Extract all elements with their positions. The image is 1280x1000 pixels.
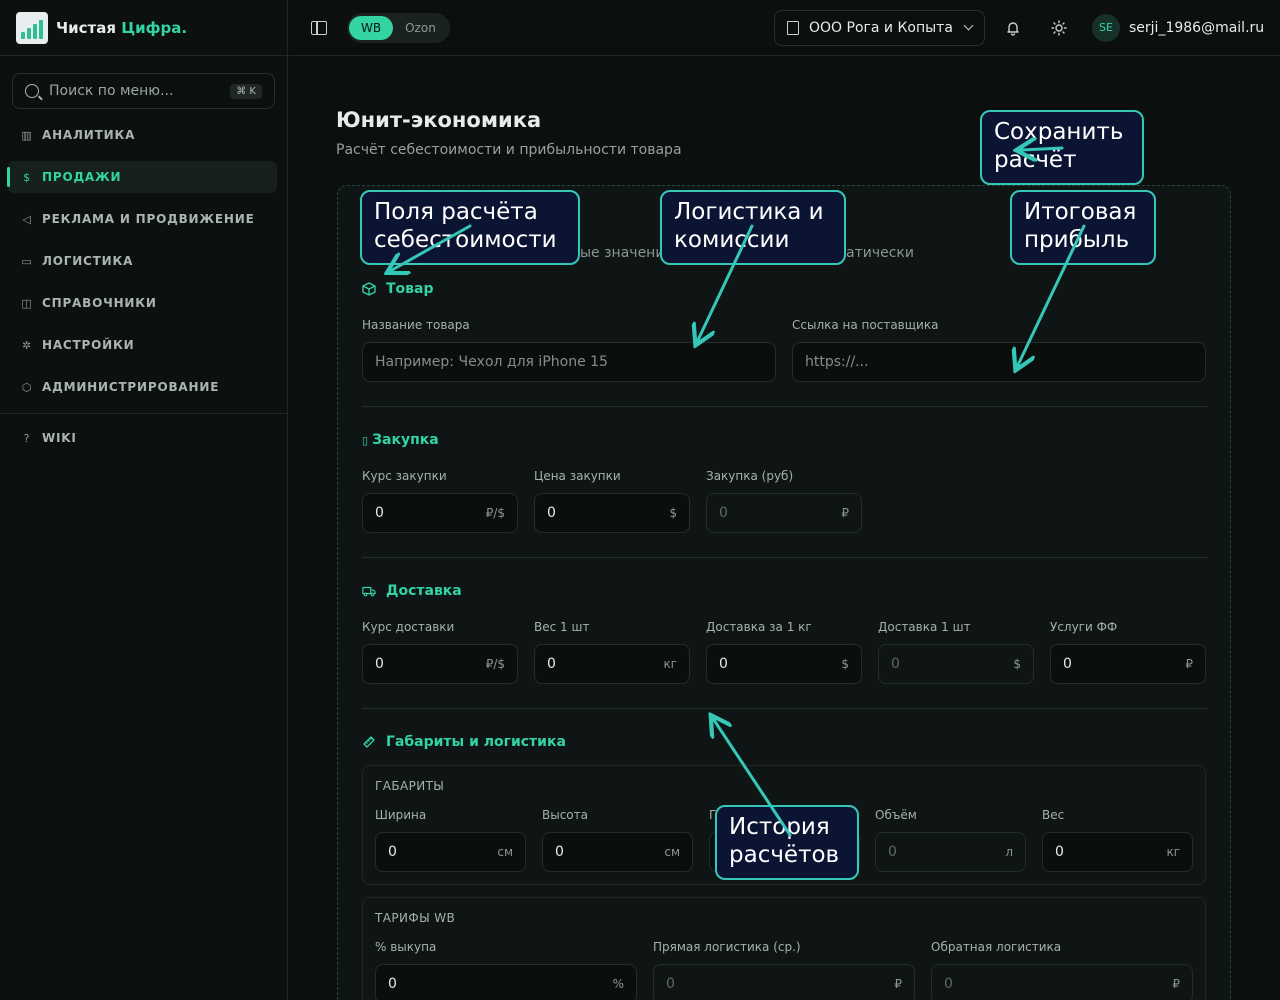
product-name-label: Название товара: [362, 318, 470, 332]
dimensions-panel-title: ГАБАРИТЫ: [375, 779, 445, 793]
section-product-title: Товар: [362, 281, 434, 297]
brand-name: Чистая Цифра.: [56, 18, 188, 37]
section-delivery-title: Доставка: [362, 583, 462, 599]
width-label: Ширина: [375, 808, 427, 822]
theme-toggle-icon[interactable]: [1049, 18, 1069, 38]
ruler-icon: [363, 736, 375, 748]
supplier-link-input[interactable]: https://...: [792, 342, 1206, 382]
width-input[interactable]: 0 см: [375, 832, 526, 872]
callout-history: История расчётов: [715, 805, 859, 880]
search-placeholder: Поиск по меню...: [49, 83, 174, 99]
weight-label: Вес: [1042, 808, 1065, 822]
sidebar-item-sales[interactable]: $ ПРОДАЖИ: [7, 161, 277, 193]
purchase-price-input[interactable]: 0 $: [534, 493, 690, 533]
sidebar-item-ads[interactable]: ◁ РЕКЛАМА И ПРОДВИЖЕНИЕ: [8, 203, 277, 235]
section-purchase-title: ▯ Закупка: [362, 432, 439, 448]
sidebar-item-settings[interactable]: ✲ НАСТРОЙКИ: [8, 329, 277, 361]
ff-services-input[interactable]: 0 ₽: [1050, 644, 1206, 684]
delivery-per-unit-label: Доставка 1 шт: [878, 620, 971, 634]
section-dimensions-title: Габариты и логистика: [362, 734, 566, 750]
delivery-rate-label: Курс доставки: [362, 620, 455, 634]
unit-weight-input[interactable]: 0 кг: [534, 644, 690, 684]
bell-icon[interactable]: [1003, 18, 1023, 38]
truck-icon: ▭: [21, 254, 33, 268]
logo-icon: [16, 11, 48, 44]
callout-save: Сохранить расчёт: [980, 110, 1144, 185]
dollar-icon: $: [23, 170, 31, 184]
product-name-input[interactable]: Например: Чехол для iPhone 15: [362, 342, 776, 382]
help-circle-icon: ?: [23, 431, 31, 445]
weight-input[interactable]: 0 кг: [1042, 832, 1193, 872]
callout-profit: Итоговая прибыль: [1010, 190, 1156, 265]
missing-glyph-icon: ▯: [362, 433, 369, 447]
return-logistics-output: 0 ₽: [931, 964, 1193, 1000]
callout-logistics: Логистика и комиссии: [660, 190, 846, 265]
delivery-per-unit-output: 0 $: [878, 644, 1034, 684]
topbar: WB Ozon ООО Рога и Копыта SE serji_1986@…: [289, 0, 1280, 56]
direct-logistics-output: 0 ₽: [653, 964, 915, 1000]
marketplace-switch: WB Ozon: [347, 12, 450, 43]
callout-cost-fields: Поля расчёта себестоимости: [360, 190, 580, 265]
sidebar-item-references[interactable]: ◫ СПРАВОЧНИКИ: [8, 287, 277, 319]
marketplace-ozon-button[interactable]: Ozon: [393, 16, 448, 40]
truck-icon: [362, 586, 376, 597]
tariffs-panel-title: ТАРИФЫ WB: [375, 911, 456, 925]
company-name: ООО Рога и Копыта: [809, 19, 953, 36]
gear-icon: ✲: [21, 338, 33, 352]
purchase-rub-label: Закупка (руб): [706, 469, 794, 483]
shortcut-badge: ⌘ K: [230, 83, 262, 99]
shield-icon: ⬡: [21, 380, 33, 394]
sidebar-item-analytics[interactable]: ▥ АНАЛИТИКА: [8, 119, 277, 151]
delivery-rate-input[interactable]: 0 ₽/$: [362, 644, 518, 684]
divider: [362, 708, 1208, 709]
sidebar-item-wiki[interactable]: ? WIKI: [8, 422, 277, 454]
buyout-label: % выкупа: [375, 940, 437, 954]
card-hint: ые значени: [580, 245, 665, 261]
volume-label: Объём: [875, 808, 917, 822]
purchase-price-label: Цена закупки: [534, 469, 621, 483]
search-icon: [25, 84, 39, 98]
chevron-down-icon: [963, 20, 974, 31]
supplier-link-label: Ссылка на поставщика: [792, 318, 939, 332]
user-email[interactable]: serji_1986@mail.ru: [1129, 20, 1264, 36]
height-input[interactable]: 0 см: [542, 832, 693, 872]
book-icon: ◫: [21, 296, 33, 310]
page-title: Юнит-экономика: [336, 108, 542, 132]
sidebar-toggle-icon[interactable]: [311, 20, 327, 35]
delivery-per-kg-input[interactable]: 0 $: [706, 644, 862, 684]
volume-output: 0л: [875, 832, 1026, 872]
sidebar: Чистая Цифра. Поиск по меню... ⌘ K ▥ АНАЛ…: [0, 0, 288, 1000]
marketplace-wb-button[interactable]: WB: [349, 15, 394, 40]
avatar[interactable]: SE: [1092, 13, 1120, 42]
company-select[interactable]: ООО Рога и Копыта: [774, 9, 985, 46]
brand[interactable]: Чистая Цифра.: [0, 0, 287, 56]
unit-weight-label: Вес 1 шт: [534, 620, 590, 634]
height-label: Высота: [542, 808, 588, 822]
box-icon: [362, 282, 376, 296]
page-subtitle: Расчёт себестоимости и прибыльности това…: [336, 142, 682, 158]
sidebar-nav: ▥ АНАЛИТИКА $ ПРОДАЖИ ◁ РЕКЛАМА И ПРОДВИЖЕН…: [0, 119, 287, 454]
buyout-input[interactable]: 0%: [375, 964, 637, 1000]
card-hint-right: атически: [846, 245, 914, 261]
direct-logistics-label: Прямая логистика (ср.): [653, 940, 801, 954]
sidebar-item-logistics[interactable]: ▭ ЛОГИСТИКА: [8, 245, 277, 277]
menu-search-input[interactable]: Поиск по меню... ⌘ K: [12, 73, 275, 109]
purchase-rate-label: Курс закупки: [362, 469, 447, 483]
divider: [362, 406, 1208, 407]
bar-chart-icon: ▥: [21, 128, 33, 142]
nav-divider: [0, 413, 287, 414]
delivery-per-kg-label: Доставка за 1 кг: [706, 620, 812, 634]
purchase-rub-output: 0 ₽: [706, 493, 862, 533]
purchase-rate-input[interactable]: 0 ₽/$: [362, 493, 518, 533]
sidebar-item-admin[interactable]: ⬡ АДМИНИСТРИРОВАНИЕ: [8, 371, 277, 403]
megaphone-icon: ◁: [22, 212, 32, 226]
ff-services-label: Услуги ФФ: [1050, 620, 1118, 634]
building-icon: [787, 20, 799, 35]
divider: [362, 557, 1208, 558]
return-logistics-label: Обратная логистика: [931, 940, 1062, 954]
